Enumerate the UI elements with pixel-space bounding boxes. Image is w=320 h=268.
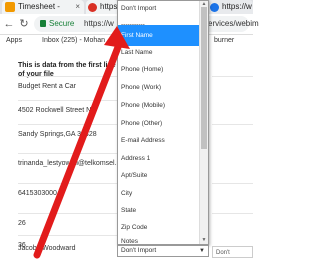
list-item: 6415303000: [18, 183, 118, 208]
bookmark-burner[interactable]: burner: [214, 35, 234, 47]
url-text: https://w: [84, 19, 114, 28]
tab-timesheet[interactable]: Timesheet - ×: [2, 0, 84, 14]
secure-label: Secure: [49, 19, 75, 28]
tab-title: Timesheet -: [18, 2, 60, 11]
bookmark-inbox[interactable]: Inbox (225) - Mohan: [42, 35, 105, 47]
select-value: Don't Import: [121, 247, 157, 254]
close-tab-icon[interactable]: ×: [75, 0, 80, 14]
url-text-right: services/webim: [204, 19, 259, 28]
reload-icon[interactable]: ↻: [17, 17, 31, 31]
list-item: 4502 Rockwell Street NE: [18, 100, 118, 125]
chevron-down-icon: ▼: [199, 248, 205, 254]
divider: [212, 76, 253, 77]
tab-second[interactable]: https://w: [86, 0, 130, 14]
list-item: Sandy Springs,GA 30328: [18, 124, 118, 149]
back-icon[interactable]: ←: [2, 17, 16, 31]
field-mapping-dropdown[interactable]: Don't Import ----------- First Name Last…: [117, 0, 209, 245]
tab-title: https://w: [222, 2, 252, 11]
site-favicon-icon: [88, 3, 97, 12]
divider: [212, 183, 253, 184]
list-item: Jacoby Woodward: [18, 245, 76, 252]
site-favicon-icon: [210, 3, 219, 12]
lock-icon: [40, 20, 46, 27]
tab-third[interactable]: https://w: [208, 0, 253, 14]
list-item: trinanda_lestyowati@telkomsel.net: [18, 153, 126, 178]
field-select[interactable]: Don't Import ▼: [117, 245, 209, 257]
dropdown-option[interactable]: Notes: [118, 231, 200, 244]
field-select[interactable]: Don't: [212, 246, 253, 258]
divider: [212, 213, 253, 214]
scroll-down-icon[interactable]: ▼: [200, 237, 208, 243]
list-item: Budget Rent a Car: [18, 76, 118, 101]
dropdown-scrollbar[interactable]: ▲ ▼: [199, 1, 208, 244]
timesheet-favicon-icon: [5, 2, 15, 12]
divider: [212, 124, 253, 125]
bookmark-apps[interactable]: Apps: [6, 35, 22, 47]
scrollbar-thumb[interactable]: [201, 7, 207, 149]
